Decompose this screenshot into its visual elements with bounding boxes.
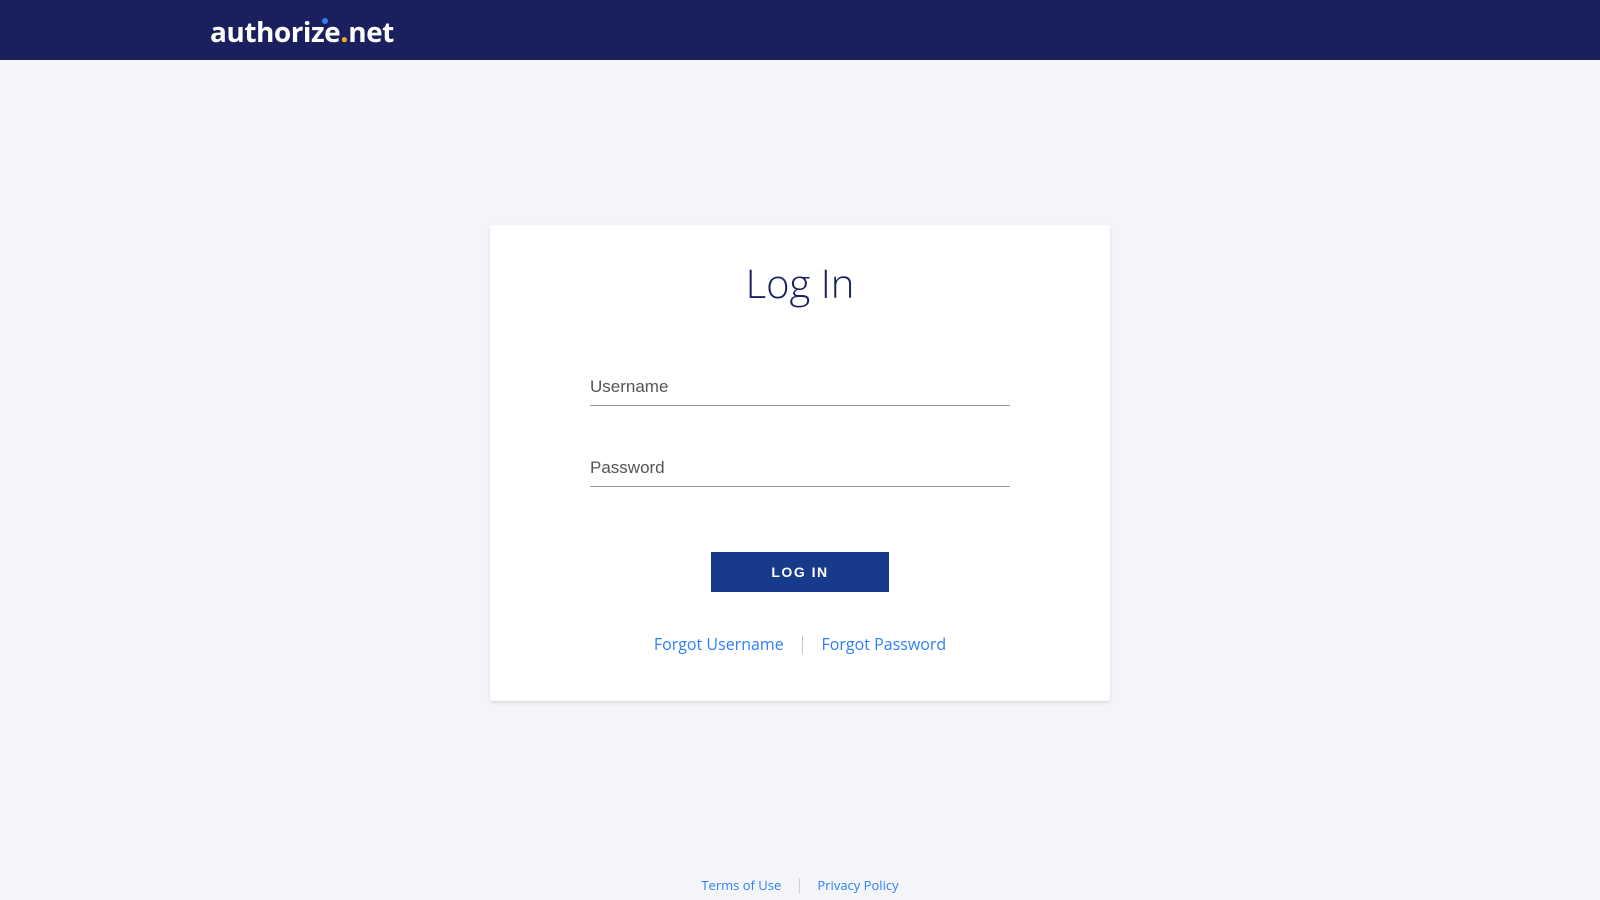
login-button[interactable]: LOG IN — [711, 552, 888, 592]
forgot-links-row: Forgot Username | Forgot Password — [540, 632, 1060, 656]
header-bar: authorize.net — [0, 0, 1600, 60]
terms-of-use-link[interactable]: Terms of Use — [701, 876, 781, 894]
privacy-policy-link[interactable]: Privacy Policy — [817, 876, 898, 894]
logo-dot-icon: . — [340, 10, 348, 51]
logo-text-authorize: authorize — [210, 13, 340, 51]
username-input[interactable] — [590, 365, 1010, 406]
logo-i-dot-icon — [322, 18, 328, 24]
username-group — [590, 365, 1010, 406]
forgot-username-link[interactable]: Forgot Username — [654, 633, 784, 655]
footer-divider: | — [795, 875, 803, 895]
brand-logo[interactable]: authorize.net — [210, 10, 394, 51]
password-input[interactable] — [590, 446, 1010, 487]
logo-text-net: net — [348, 13, 394, 51]
main-content: Log In LOG IN Forgot Username | Forgot P… — [0, 60, 1600, 701]
login-title: Log In — [540, 255, 1060, 310]
password-group — [590, 446, 1010, 487]
footer: Terms of Use | Privacy Policy — [0, 875, 1600, 895]
link-divider: | — [798, 632, 808, 656]
login-card: Log In LOG IN Forgot Username | Forgot P… — [490, 225, 1110, 701]
forgot-password-link[interactable]: Forgot Password — [821, 633, 946, 655]
